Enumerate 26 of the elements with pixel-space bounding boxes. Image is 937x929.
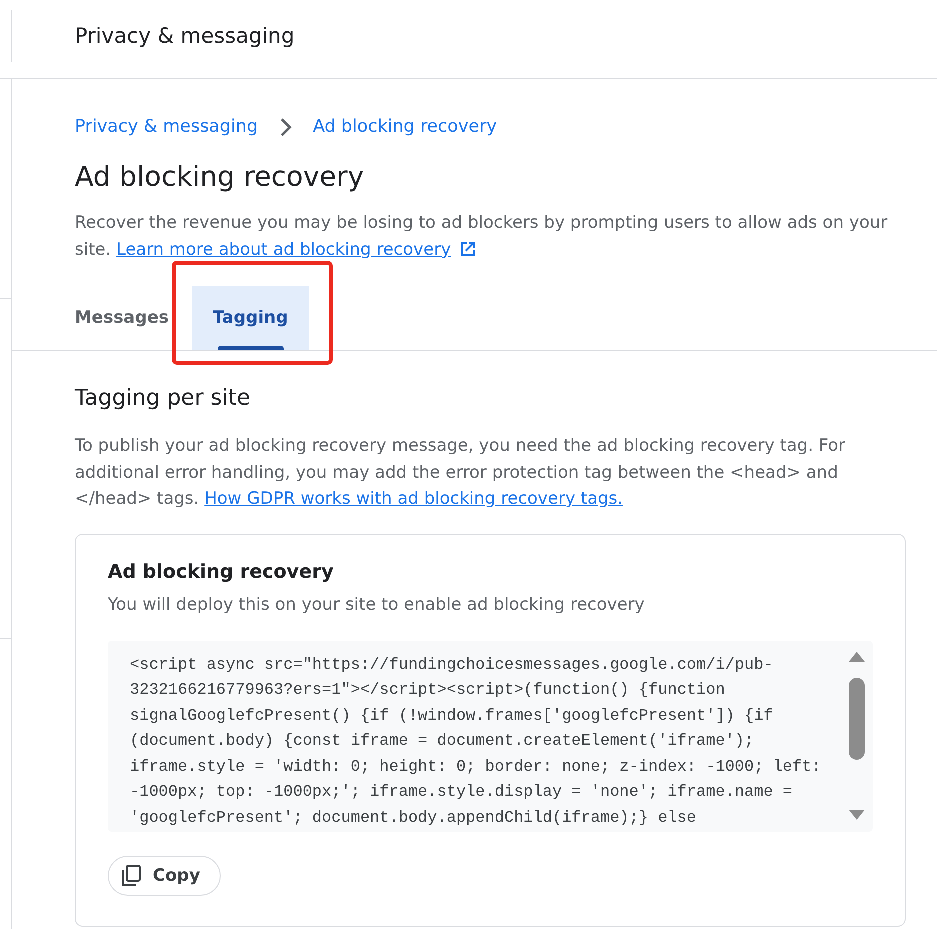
- section-title: Tagging per site: [75, 385, 252, 413]
- scrollbar-thumb[interactable]: [849, 678, 865, 760]
- breadcrumb-link[interactable]: Privacy & messaging: [75, 115, 258, 139]
- copy-button[interactable]: Copy: [108, 856, 222, 896]
- card-subtitle: You will deploy this on your site to enable ad blocking recovery: [108, 594, 646, 616]
- code-line: -1000px; top: -1000px;'; iframe.style.display = 'none'; iframe.name =: [130, 782, 794, 803]
- page-description: Recover the revenue you may be losing to ad blockers by prompting users to allow ads on your site. Learn more about ad blocking recovery: [75, 212, 889, 262]
- scroll-up-icon[interactable]: [848, 650, 866, 662]
- page-title: Ad blocking recovery: [75, 160, 366, 195]
- breadcrumb-link[interactable]: Ad blocking recovery: [313, 115, 498, 139]
- scroll-down-icon[interactable]: [848, 808, 866, 820]
- code-line: 'googlefcPresent'; document.body.appendChild(iframe);} else: [130, 808, 698, 828]
- tab[interactable]: Messages: [54, 286, 190, 350]
- chevron-right-icon: [280, 118, 292, 136]
- code-line: 3232166216779963?ers=1"></script><script>(function() {function: [130, 680, 726, 701]
- section-description: To publish your ad blocking recovery message, you need the ad blocking recovery tag. For additional error handling, you may add the error protection tag between the <head> and </head> tags. How GDPR works with ad blocking recovery tags.: [75, 435, 846, 511]
- learn-more-link[interactable]: Learn more about ad blocking recovery: [116, 240, 478, 260]
- tab[interactable]: Tagging: [192, 286, 310, 350]
- code-line: iframe.style = 'width: 0; height: 0; border: none; z-index: -1000; left:: [130, 756, 822, 778]
- code-line: <script async src="https://fundingchoicesmessages.google.com/i/pub-: [130, 654, 774, 676]
- copy-icon: [121, 864, 141, 886]
- card-title: Ad blocking recovery: [108, 560, 335, 584]
- code-line: signalGooglefcPresent() {if (!window.frames['googlefcPresent']) {if: [130, 706, 774, 726]
- code-line: (document.body) {const iframe = document.createElement('iframe');: [130, 731, 756, 752]
- gdpr-link[interactable]: How GDPR works with ad blocking recovery tags.: [204, 489, 624, 509]
- page-header-title: Privacy & messaging: [75, 23, 295, 50]
